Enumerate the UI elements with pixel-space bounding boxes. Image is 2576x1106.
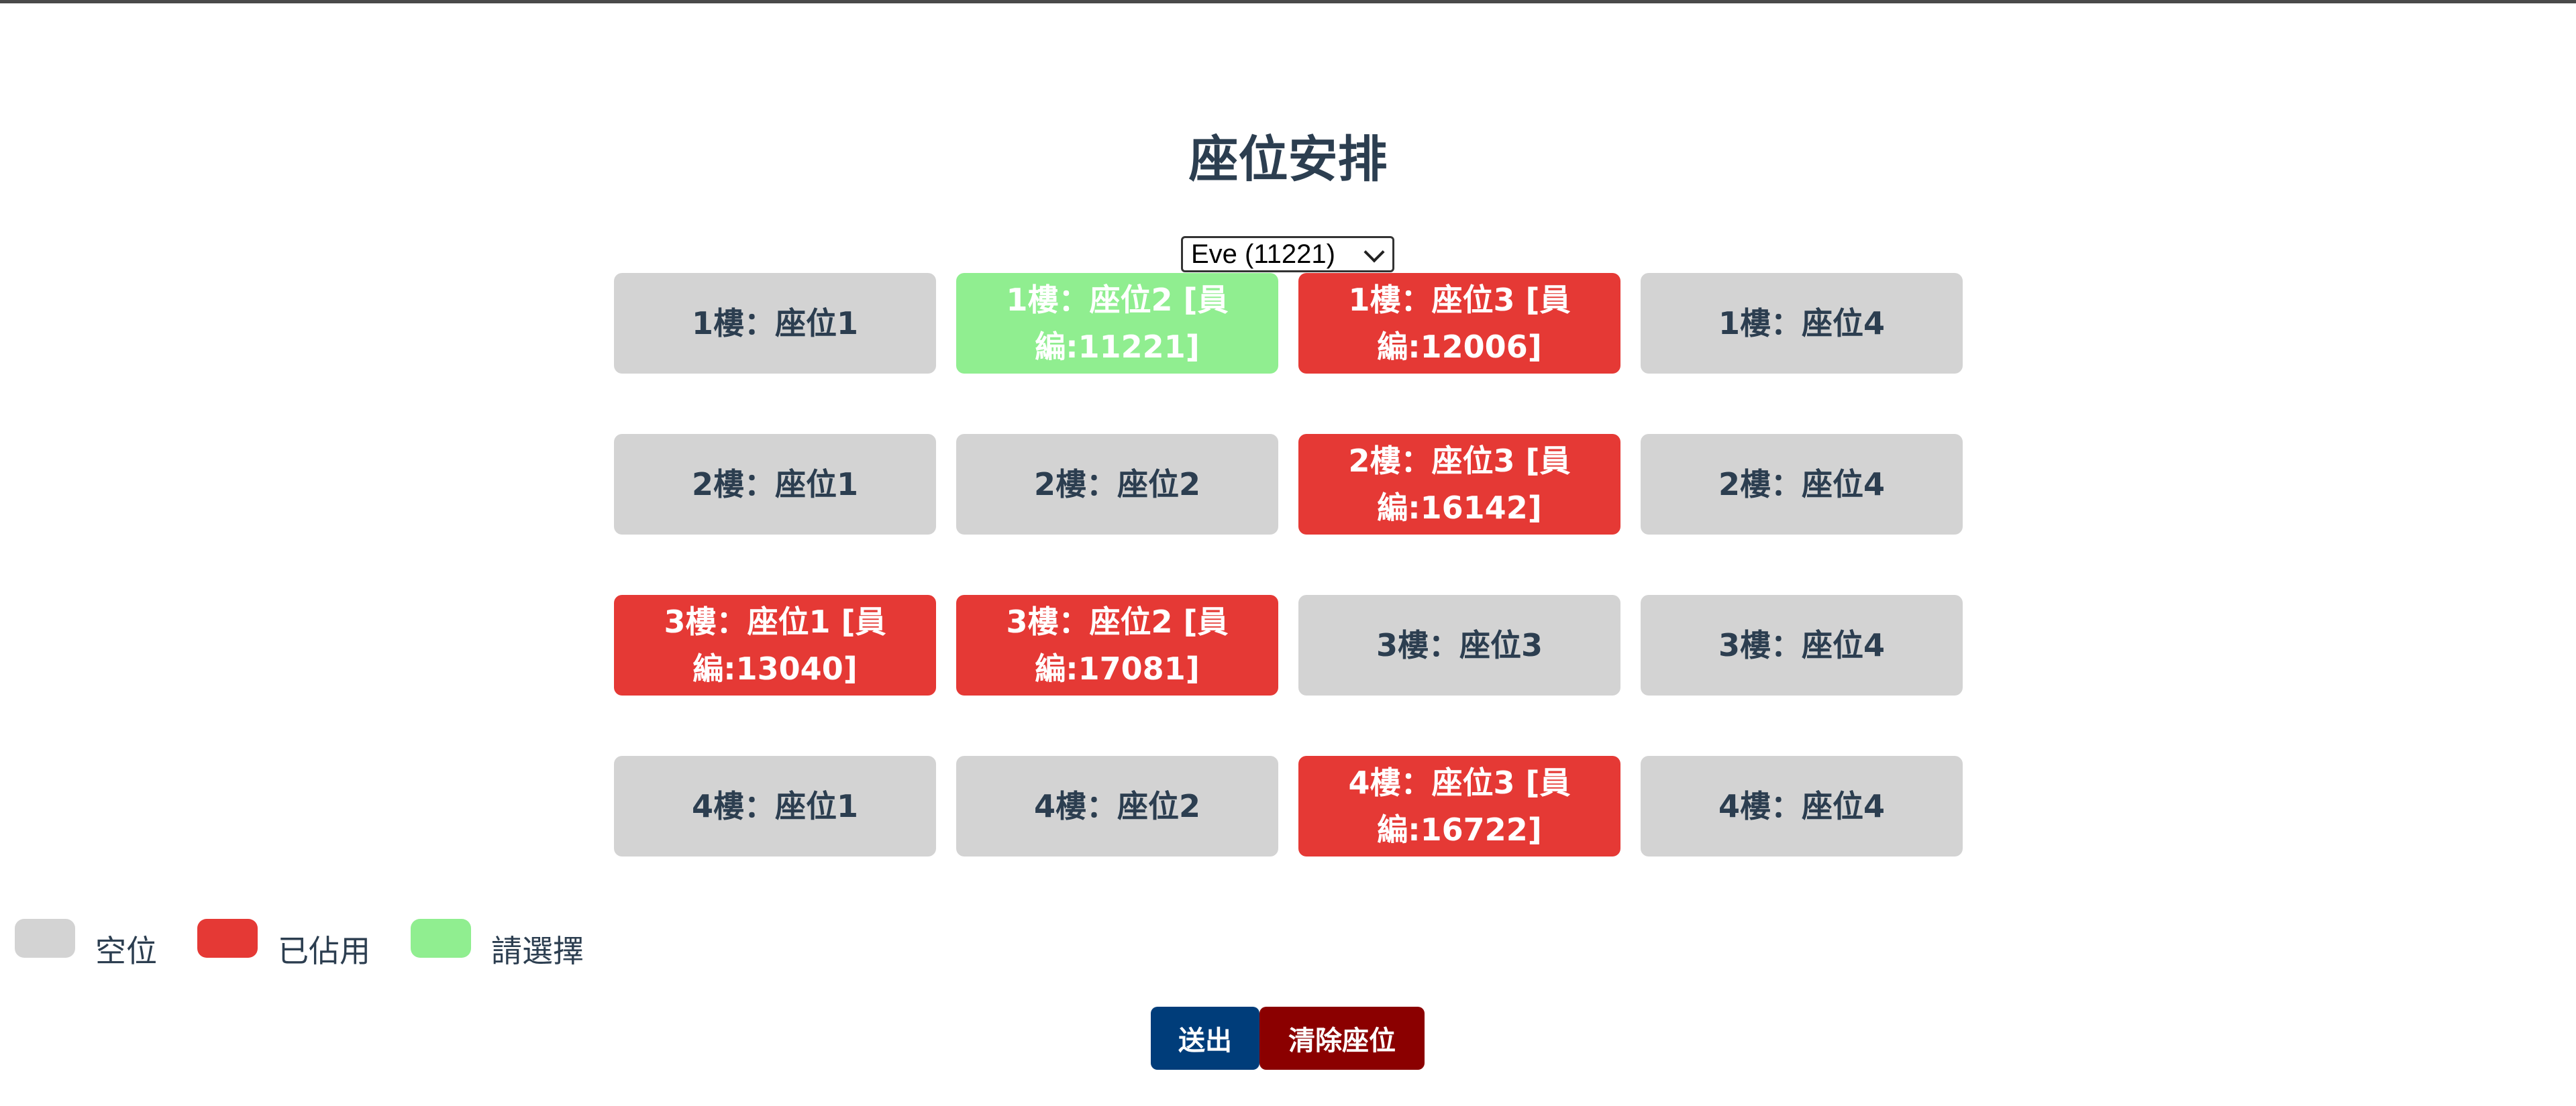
seat-2f-4[interactable]: 2樓：座位4	[1641, 434, 1963, 535]
seat-grid: 1樓：座位1 1樓：座位2 [員編:11221] 1樓：座位3 [員編:1200…	[614, 273, 1963, 856]
seat-4f-4[interactable]: 4樓：座位4	[1641, 756, 1963, 856]
legend-item-occupied: 已佔用	[197, 919, 370, 969]
seat-legend: 空位 已佔用 請選擇	[15, 917, 624, 971]
seat-1f-4[interactable]: 1樓：座位4	[1641, 273, 1963, 374]
legend-swatch-empty	[15, 919, 75, 958]
seat-1f-2[interactable]: 1樓：座位2 [員編:11221]	[956, 273, 1278, 374]
legend-label-empty: 空位	[95, 933, 157, 969]
seat-4f-3[interactable]: 4樓：座位3 [員編:16722]	[1298, 756, 1620, 856]
seat-2f-2[interactable]: 2樓：座位2	[956, 434, 1278, 535]
seat-3f-1[interactable]: 3樓：座位1 [員編:13040]	[614, 595, 936, 696]
clear-seat-button[interactable]: 清除座位	[1259, 1007, 1425, 1070]
top-border	[0, 0, 2576, 3]
seat-4f-1[interactable]: 4樓：座位1	[614, 756, 936, 856]
user-select-dropdown[interactable]: Eve (11221)	[1181, 236, 1394, 272]
seat-1f-3[interactable]: 1樓：座位3 [員編:12006]	[1298, 273, 1620, 374]
submit-button[interactable]: 送出	[1151, 1007, 1259, 1070]
legend-label-selected: 請選擇	[491, 933, 584, 969]
seat-2f-1[interactable]: 2樓：座位1	[614, 434, 936, 535]
seat-3f-4[interactable]: 3樓：座位4	[1641, 595, 1963, 696]
seat-2f-3[interactable]: 2樓：座位3 [員編:16142]	[1298, 434, 1620, 535]
user-select-value: Eve (11221)	[1191, 239, 1335, 269]
chevron-down-icon	[1363, 241, 1385, 263]
legend-swatch-selected	[411, 919, 471, 958]
legend-item-selected: 請選擇	[411, 919, 584, 969]
action-bar: 送出 清除座位	[1151, 1007, 1425, 1070]
seat-3f-3[interactable]: 3樓：座位3	[1298, 595, 1620, 696]
legend-label-occupied: 已佔用	[278, 933, 370, 969]
legend-item-empty: 空位	[15, 919, 157, 969]
seat-4f-2[interactable]: 4樓：座位2	[956, 756, 1278, 856]
seat-3f-2[interactable]: 3樓：座位2 [員編:17081]	[956, 595, 1278, 696]
seat-1f-1[interactable]: 1樓：座位1	[614, 273, 936, 374]
page-title: 座位安排	[1188, 131, 1388, 188]
legend-swatch-occupied	[197, 919, 258, 958]
